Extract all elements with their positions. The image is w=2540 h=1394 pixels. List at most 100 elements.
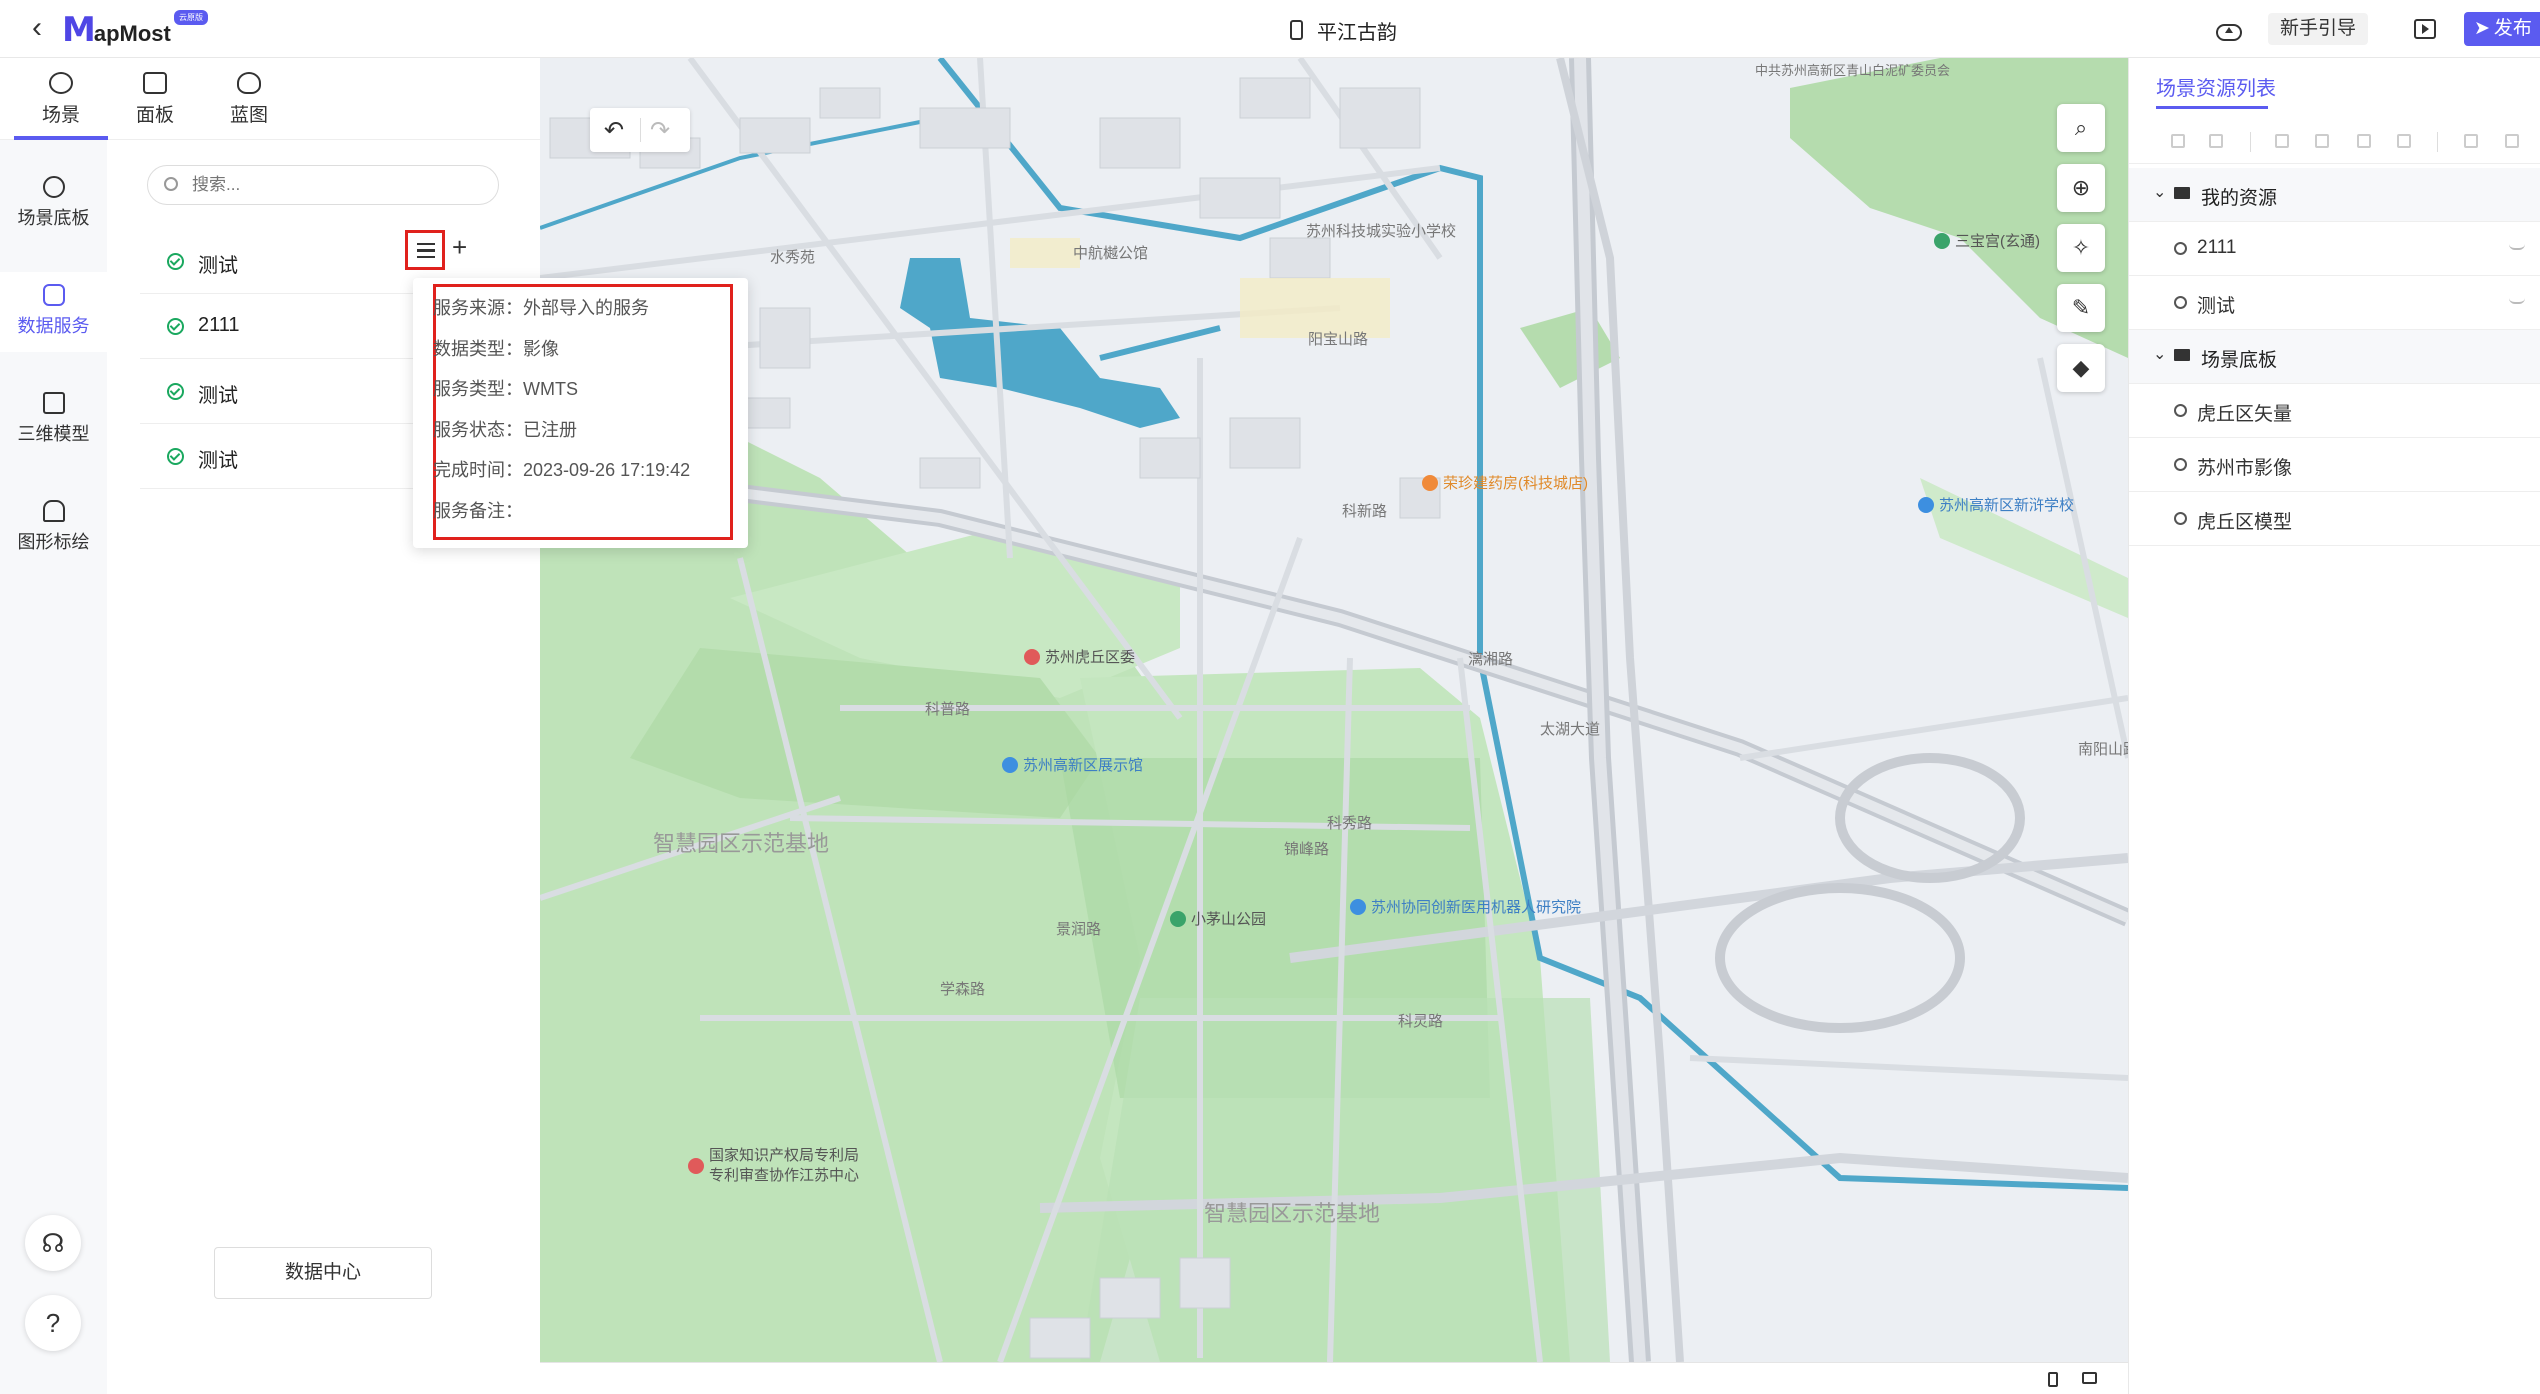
poi-marker[interactable]: 小茅山公园 (1170, 908, 1266, 929)
help-button[interactable]: ? (25, 1295, 81, 1351)
group-name: 我的资源 (2201, 188, 2278, 209)
tab-panel[interactable]: 面板 (108, 58, 202, 140)
service-icon (2174, 296, 2187, 309)
publish-button[interactable]: ➤ 发布 (2464, 12, 2540, 46)
rail-item-basemap[interactable]: 场景底板 (0, 164, 107, 244)
map-status-bar (540, 1362, 2128, 1394)
check-circle-icon (167, 318, 184, 335)
check-circle-icon (167, 383, 184, 400)
divider (2250, 132, 2251, 152)
resource-name: 虎丘区模型 (2197, 512, 2293, 533)
map-label: 科灵路 (1398, 1013, 1444, 1030)
move-down-icon[interactable] (2357, 134, 2371, 148)
poi-marker[interactable]: 苏州高新区展示馆 (1002, 754, 1143, 775)
mode-tabs: 场景 面板 蓝图 (0, 58, 540, 140)
visibility-icon[interactable] (2509, 244, 2525, 250)
data-center-button[interactable]: 数据中心 (214, 1247, 432, 1299)
send-icon: ➤ (2474, 18, 2490, 39)
detail-data-type: 数据类型：影像 (433, 335, 559, 361)
database-icon (42, 284, 65, 306)
rail-item-data-service[interactable]: 数据服务 (0, 272, 107, 352)
rail-item-3d-model[interactable]: 三维模型 (0, 380, 107, 460)
poi-label: 专利审查协作江苏中心 (709, 1167, 860, 1184)
plot-icon (42, 500, 65, 522)
move-bottom-icon[interactable] (2397, 134, 2411, 148)
poi-label: 小茅山公园 (1191, 911, 1267, 928)
map-label: 阳宝山路 (1308, 331, 1369, 348)
divider (2437, 132, 2438, 152)
resource-group[interactable]: ⌄ 场景底板 (2129, 330, 2540, 384)
panel-title[interactable]: 场景资源列表 (2156, 72, 2276, 101)
undo-icon[interactable]: ↶ (604, 116, 624, 145)
resource-name: 测试 (2197, 296, 2236, 317)
rail-item-plot[interactable]: 图形标绘 (0, 488, 107, 568)
logo-text: apMost (93, 21, 171, 46)
guide-button[interactable]: 新手引导 (2267, 13, 2368, 45)
poi-marker[interactable]: 苏州虎丘区委 (1024, 646, 1135, 667)
question-icon: ? (45, 1308, 61, 1338)
poi-marker[interactable]: 荣珍建药房(科技城店) (1422, 472, 1588, 493)
model-button[interactable]: ◆ (2057, 344, 2105, 392)
detail-value: 影像 (523, 339, 559, 359)
poi-marker[interactable]: 苏州高新区新浒学校 (1918, 494, 2074, 515)
poi-label: 苏州协同创新医用机器人研究院 (1371, 899, 1582, 916)
add-service-button[interactable]: + (452, 232, 467, 263)
copy-icon[interactable] (2464, 134, 2478, 148)
preview-icon[interactable] (2414, 19, 2436, 39)
tab-scene[interactable]: 场景 (14, 58, 108, 140)
tab-blueprint[interactable]: 蓝图 (202, 58, 296, 140)
detail-value: WMTS (523, 379, 578, 399)
measure-button[interactable]: ✎ (2057, 284, 2105, 332)
cloud-upload-icon[interactable] (2214, 18, 2242, 41)
delete-icon[interactable] (2505, 134, 2519, 148)
resource-group[interactable]: ⌄ 我的资源 (2129, 168, 2540, 222)
logo-badge: 云原版 (174, 10, 208, 25)
visibility-icon[interactable] (2509, 298, 2525, 304)
cube-icon: ◆ (2072, 355, 2090, 380)
poi-marker[interactable]: 国家知识产权局专利局 专利审查协作江苏中心 (688, 1146, 859, 1186)
move-up-icon[interactable] (2315, 134, 2329, 148)
headset-icon: ☊ (41, 1228, 65, 1258)
panel-icon (143, 72, 167, 94)
map-label: 水秀苑 (770, 249, 816, 266)
rail-label: 图形标绘 (17, 532, 90, 552)
resource-item[interactable]: 苏州市影像 (2129, 438, 2540, 492)
search-input[interactable] (192, 172, 482, 198)
redo-icon[interactable]: ↷ (650, 116, 670, 145)
phone-view-icon[interactable] (2048, 1372, 2058, 1387)
folder-icon (2174, 349, 2190, 361)
basemap-icon (2174, 458, 2187, 471)
location-pin-icon (1918, 496, 1934, 513)
chevron-down-icon[interactable]: ⌄ (2153, 182, 2166, 202)
export-icon[interactable] (2209, 134, 2223, 148)
detail-key: 数据类型： (433, 339, 523, 359)
divider (640, 118, 641, 142)
back-button[interactable]: ‹ (22, 13, 52, 44)
chevron-down-icon[interactable]: ⌄ (2153, 344, 2166, 364)
poi-marker[interactable]: 三宝宫(玄通) (1934, 230, 2040, 251)
import-icon[interactable] (2171, 134, 2185, 148)
locate-button[interactable]: ⊕ (2057, 164, 2105, 212)
poi-marker[interactable]: 苏州协同创新医用机器人研究院 (1350, 896, 1581, 917)
service-detail-button[interactable] (405, 230, 445, 270)
map-label: 漓湘路 (1468, 651, 1514, 668)
resource-name: 苏州市影像 (2197, 458, 2293, 479)
search-icon: ⌕ (2074, 115, 2088, 140)
map-search-button[interactable]: ⌕ (2057, 104, 2105, 152)
map-label: 智慧园区示范基地 (653, 831, 830, 856)
detail-value: 外部导入的服务 (523, 298, 649, 318)
support-button[interactable]: ☊ (25, 1215, 81, 1271)
resource-item[interactable]: 虎丘区矢量 (2129, 384, 2540, 438)
map-label: 科普路 (925, 701, 971, 718)
resource-item[interactable]: 2111 (2129, 222, 2540, 276)
resource-toolbar (2129, 120, 2540, 164)
resource-item[interactable]: 虎丘区模型 (2129, 492, 2540, 546)
resource-name: 2111 (2197, 237, 2237, 258)
service-name: 测试 (198, 255, 238, 277)
effects-button[interactable]: ✧ (2057, 224, 2105, 272)
tab-label: 场景 (41, 105, 80, 126)
desktop-view-icon[interactable] (2082, 1372, 2097, 1384)
move-top-icon[interactable] (2275, 134, 2289, 148)
map-canvas[interactable]: 中共苏州高新区青山白泥矿委员会 水秀苑 中航樾公馆 苏州科技城实验小学校 科普路… (540, 58, 2128, 1362)
resource-item[interactable]: 测试 (2129, 276, 2540, 330)
